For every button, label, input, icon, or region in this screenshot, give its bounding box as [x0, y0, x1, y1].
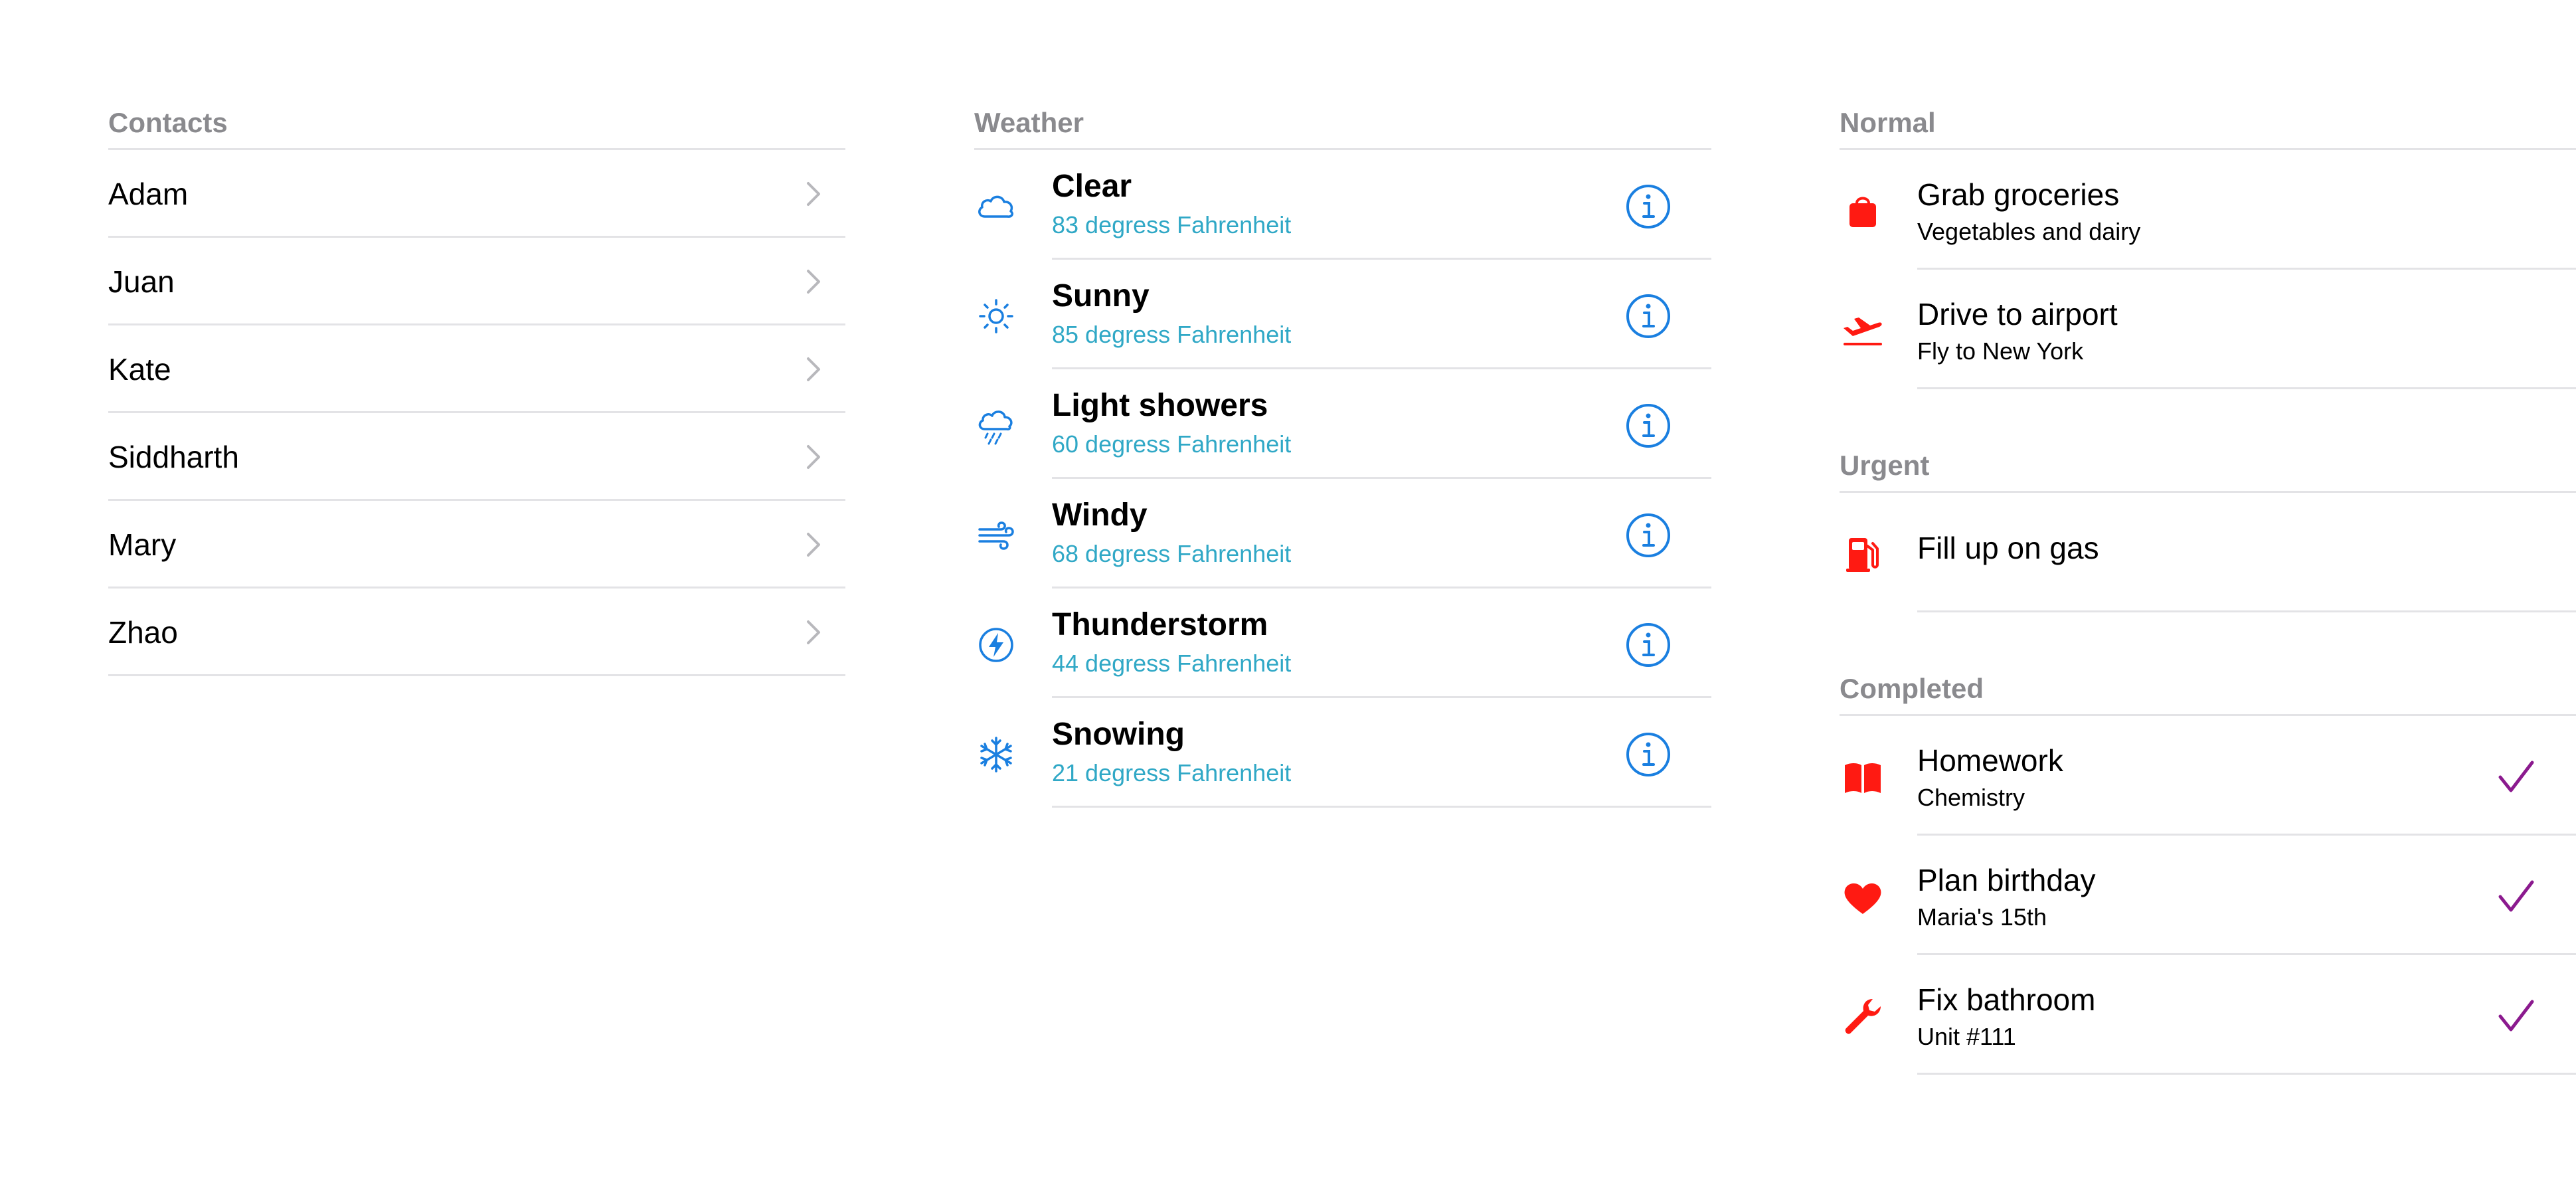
fuel-pump-icon	[1846, 538, 1879, 572]
contact-row-adam[interactable]: Adam	[108, 150, 845, 238]
weather-list: Weather Clear 83 degress Fahrenheit Sunn…	[974, 100, 1711, 808]
info-circle-icon[interactable]	[1625, 183, 1672, 230]
contacts-list: Contacts Adam Juan Kate Siddharth Mary Z…	[108, 100, 845, 676]
task-subtitle: Maria's 15th	[1917, 903, 2047, 931]
weather-subtitle: 44 degress Fahrenheit	[1052, 650, 1292, 677]
contact-name: Juan	[108, 264, 175, 299]
task-title: Plan birthday	[1917, 863, 2096, 897]
task-subtitle: Unit #111	[1917, 1023, 2016, 1050]
task-row-grab-groceries[interactable]: Grab groceries Vegetables and dairy	[1840, 150, 2576, 270]
weather-title: Sunny	[1052, 278, 1150, 314]
task-row-fix-bathroom[interactable]: Fix bathroom Unit #111	[1840, 955, 2576, 1075]
contact-name: Mary	[108, 527, 177, 562]
bolt-circle-icon	[979, 628, 1013, 662]
info-circle-icon[interactable]	[1625, 403, 1672, 449]
info-circle-icon[interactable]	[1625, 512, 1672, 559]
info-circle-icon[interactable]	[1625, 731, 1672, 778]
task-subtitle: Chemistry	[1917, 784, 2025, 811]
weather-row-windy[interactable]: Windy 68 degress Fahrenheit	[974, 479, 1711, 589]
airplane-departure-icon	[1844, 317, 1882, 345]
contact-row-siddharth[interactable]: Siddharth	[108, 413, 845, 501]
row-divider	[1917, 610, 2576, 612]
section-header-normal: Normal	[1840, 100, 2576, 150]
row-divider	[1052, 806, 1711, 808]
contact-row-kate[interactable]: Kate	[108, 325, 845, 413]
info-circle-icon[interactable]	[1625, 622, 1672, 668]
task-title: Fill up on gas	[1917, 531, 2099, 565]
task-row-drive-to-airport[interactable]: Drive to airport Fly to New York	[1840, 270, 2576, 389]
weather-title: Clear	[1052, 169, 1132, 204]
weather-title: Windy	[1052, 498, 1148, 533]
shopping-bag-icon	[1849, 197, 1876, 227]
task-subtitle: Vegetables and dairy	[1917, 218, 2141, 245]
task-title: Fix bathroom	[1917, 982, 2096, 1017]
tasks-list: Normal Grab groceries Vegetables and dai…	[1840, 100, 2576, 1075]
chevron-right-icon	[807, 357, 820, 381]
task-title: Drive to airport	[1917, 297, 2118, 331]
chevron-right-icon	[807, 445, 820, 469]
snowflake-icon	[980, 737, 1012, 772]
weather-row-snowing[interactable]: Snowing 21 degress Fahrenheit	[974, 698, 1711, 808]
chevron-right-icon	[807, 533, 820, 557]
contact-name: Zhao	[108, 615, 178, 650]
chevron-right-icon	[807, 270, 820, 294]
weather-subtitle: 85 degress Fahrenheit	[1052, 321, 1292, 348]
cloud-drizzle-icon	[978, 410, 1013, 445]
weather-row-thunderstorm[interactable]: Thunderstorm 44 degress Fahrenheit	[974, 589, 1711, 698]
row-divider	[1917, 1073, 2576, 1075]
task-title: Grab groceries	[1917, 177, 2120, 212]
weather-subtitle: 60 degress Fahrenheit	[1052, 430, 1292, 458]
cloud-icon	[978, 195, 1013, 218]
heart-icon	[1844, 883, 1881, 914]
book-icon	[1845, 763, 1881, 793]
row-divider	[1917, 387, 2576, 389]
task-subtitle: Fly to New York	[1917, 337, 2084, 365]
weather-header: Weather	[974, 100, 1711, 150]
weather-row-light-showers[interactable]: Light showers 60 degress Fahrenheit	[974, 369, 1711, 479]
contact-row-juan[interactable]: Juan	[108, 238, 845, 325]
info-circle-icon[interactable]	[1625, 293, 1672, 339]
contact-name: Siddharth	[108, 440, 239, 474]
weather-subtitle: 83 degress Fahrenheit	[1052, 211, 1292, 238]
section-header-completed: Completed	[1840, 666, 2576, 716]
checkmark-icon	[2498, 761, 2534, 792]
weather-title: Light showers	[1052, 388, 1268, 423]
weather-title: Thunderstorm	[1052, 607, 1268, 642]
checkmark-icon	[2498, 1000, 2534, 1032]
contact-row-zhao[interactable]: Zhao	[108, 589, 845, 676]
contacts-header: Contacts	[108, 100, 845, 150]
weather-subtitle: 68 degress Fahrenheit	[1052, 540, 1292, 567]
task-row-fill-up-on-gas[interactable]: Fill up on gas	[1840, 493, 2576, 612]
chevron-right-icon	[807, 182, 820, 206]
weather-row-clear[interactable]: Clear 83 degress Fahrenheit	[974, 150, 1711, 260]
weather-subtitle: 21 degress Fahrenheit	[1052, 759, 1292, 786]
weather-row-sunny[interactable]: Sunny 85 degress Fahrenheit	[974, 260, 1711, 369]
task-row-homework[interactable]: Homework Chemistry	[1840, 716, 2576, 836]
checkmark-icon	[2498, 880, 2534, 912]
section-header-urgent: Urgent	[1840, 442, 2576, 493]
contact-name: Kate	[108, 352, 171, 387]
task-title: Homework	[1917, 743, 2063, 778]
task-row-plan-birthday[interactable]: Plan birthday Maria's 15th	[1840, 836, 2576, 955]
sun-icon	[979, 299, 1013, 333]
wind-icon	[978, 521, 1014, 550]
contact-name: Adam	[108, 177, 189, 211]
wrench-icon	[1845, 999, 1881, 1034]
weather-title: Snowing	[1052, 717, 1185, 752]
contact-row-mary[interactable]: Mary	[108, 501, 845, 589]
chevron-right-icon	[807, 620, 820, 644]
